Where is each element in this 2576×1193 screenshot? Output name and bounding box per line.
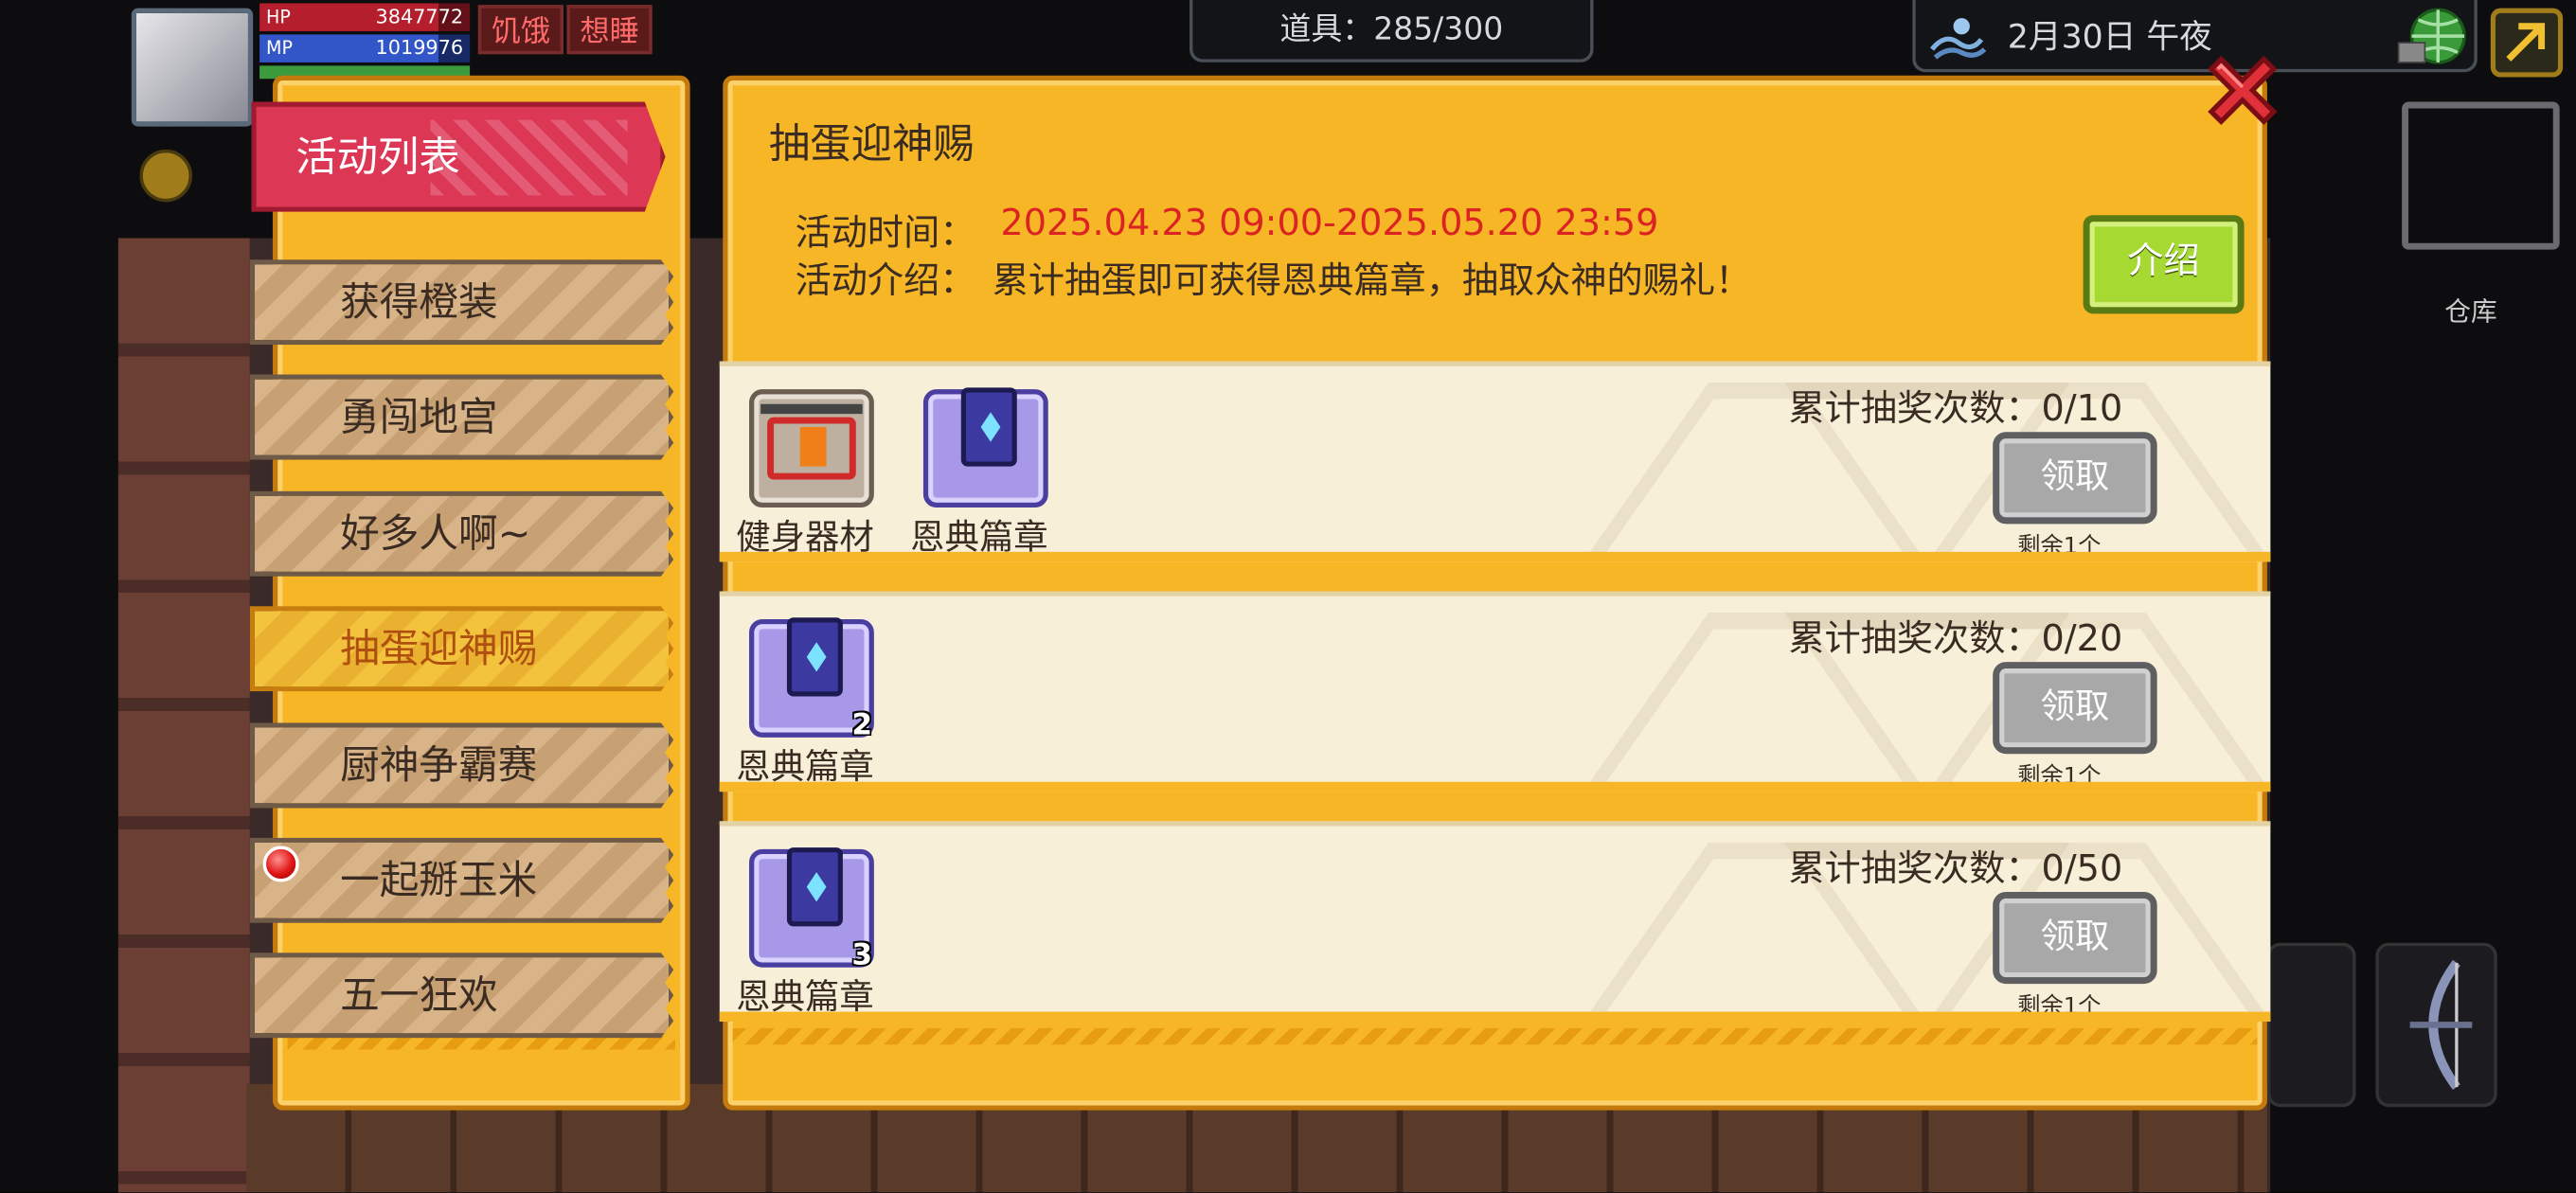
date-display: 2月30日 午夜 [1912,0,2478,73]
decorative-border [732,1027,2258,1045]
gym-equipment-icon[interactable] [749,389,874,508]
reward-row: 累计抽奖次数：0/10 健身器材 恩典篇章 领取 剩余1个 [719,361,2271,562]
intro-button[interactable]: 介绍 [2083,215,2245,314]
hp-bar: HP 3847772 [259,3,471,31]
warehouse-label: 仓库 [2444,295,2497,328]
event-list-header: 活动列表 [251,101,666,212]
menu-item-gacha-event[interactable]: 抽蛋迎神赐 [249,606,674,692]
expand-button[interactable] [2490,8,2564,78]
reward-row: 累计抽奖次数：0/50 3 恩典篇章 领取 剩余1个 [719,821,2271,1022]
menu-item-dungeon[interactable]: 勇闯地宫 [249,374,674,460]
menu-item-chef-contest[interactable]: 厨神争霸赛 [249,722,674,809]
event-intro-value: 累计抽蛋即可获得恩典篇章，抽取众神的赐礼！ [992,260,1752,303]
remaining-count: 剩余1个 [2017,533,2102,561]
globe-icon[interactable] [2395,7,2471,72]
game-screen: HP 3847772 MP 1019976 饥饿 想睡 道具：285/300 2月3… [0,0,2576,1193]
grace-chapter-icon[interactable]: 2 [749,617,874,742]
reward-row: 累计抽奖次数：0/20 2 恩典篇章 领取 剩余1个 [719,591,2271,792]
menu-item-corn[interactable]: 一起掰玉米 [249,837,674,923]
draw-count: 累计抽奖次数：0/20 [1788,618,2123,661]
weapon-slot[interactable] [2266,942,2356,1108]
player-avatar[interactable] [131,8,254,127]
hp-value: 3847772 [375,5,464,28]
event-time-label: 活动时间： [795,213,976,255]
status-sleepy: 想睡 [566,5,653,55]
notification-dot [262,846,299,882]
item-count: 道具：285/300 [1189,0,1594,62]
draw-count: 累计抽奖次数：0/10 [1788,389,2123,431]
menu-item-orange-gear[interactable]: 获得橙装 [249,259,674,346]
status-hunger: 饥饿 [477,5,564,55]
remaining-count: 剩余1个 [2017,993,2102,1021]
wall-tiles [117,238,250,1193]
grace-chapter-icon[interactable] [922,387,1048,508]
mp-value: 1019976 [375,36,464,60]
mp-bar: MP 1019976 [259,34,471,62]
event-time-value: 2025.04.23 09:00-2025.05.20 23:59 [1000,204,1659,245]
weather-icon [1929,18,1987,60]
menu-item-may-day[interactable]: 五一狂欢 [249,953,674,1039]
bow-icon[interactable] [2375,942,2497,1108]
claim-button[interactable]: 领取 [1993,891,2157,985]
event-title: 抽蛋迎神赐 [768,119,975,168]
event-intro-label: 活动介绍： [795,260,976,303]
item-quantity: 3 [851,937,873,972]
date-text: 2月30日 午夜 [2007,16,2212,56]
hp-label: HP [266,6,291,28]
reward-item-name: 恩典篇章 [910,517,1048,558]
menu-item-crowd[interactable]: 好多人啊~ [249,490,674,577]
close-icon[interactable] [2198,46,2287,135]
grace-chapter-icon[interactable]: 3 [749,847,874,972]
reward-item-name: 健身器材 [736,517,874,558]
reward-item-name: 恩典篇章 [736,747,874,787]
item-quantity: 2 [851,707,873,743]
claim-button[interactable]: 领取 [1993,432,2157,525]
draw-count: 累计抽奖次数：0/50 [1788,848,2123,891]
remaining-count: 剩余1个 [2017,763,2102,791]
arrow-icon [2506,23,2546,62]
warehouse-map-icon[interactable] [2402,101,2560,250]
skill-icon[interactable] [139,149,192,203]
reward-item-name: 恩典篇章 [736,977,874,1017]
claim-button[interactable]: 领取 [1993,662,2157,755]
mp-label: MP [266,37,293,60]
